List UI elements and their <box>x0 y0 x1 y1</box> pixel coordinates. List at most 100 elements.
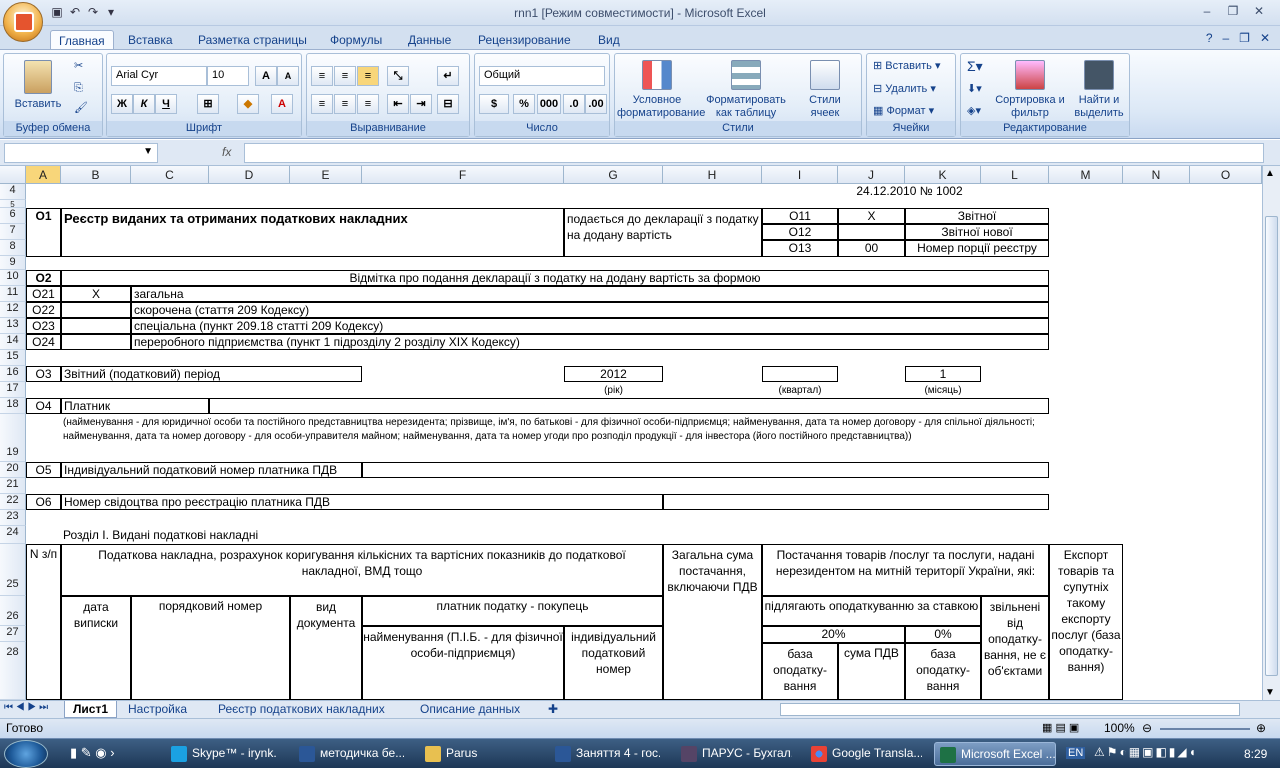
row-header[interactable]: 11 <box>0 286 26 302</box>
office-button[interactable] <box>3 2 43 42</box>
cell-k6[interactable]: Звітної <box>905 208 1049 224</box>
format-as-table-button[interactable]: Форматировать как таблицу <box>701 60 791 120</box>
scroll-down-icon[interactable]: ▼ <box>1265 687 1275 698</box>
delete-cells-button[interactable]: ⊟ Удалить ▾ <box>873 83 936 96</box>
autosum-icon[interactable]: Σ▾ <box>967 59 983 73</box>
number-format-select[interactable]: Общий <box>479 66 605 86</box>
currency-icon[interactable]: $ <box>479 94 509 114</box>
tab-view[interactable]: Вид <box>590 30 628 50</box>
row-header[interactable]: 5 <box>0 200 26 209</box>
col-header-J[interactable]: J <box>838 166 905 184</box>
cell-b12[interactable] <box>61 302 131 318</box>
tax-base-20-header[interactable]: база оподатку-вання <box>762 643 838 700</box>
zoom-slider[interactable] <box>1160 728 1250 730</box>
taskbar-lesson[interactable]: Заняття 4 - гос... <box>550 742 660 766</box>
year-input[interactable]: 2012 <box>564 366 663 382</box>
cell-styles-button[interactable]: Стили ячеек <box>795 60 855 120</box>
col-header-D[interactable]: D <box>209 166 290 184</box>
cell-b10[interactable]: Відмітка про подання декларації з податк… <box>61 270 1049 286</box>
row-header[interactable]: 8 <box>0 240 26 256</box>
increase-indent-icon[interactable]: ⇥ <box>410 94 432 114</box>
sheet-tab-settings[interactable]: Настройка <box>120 701 195 718</box>
help-icon[interactable]: ? – ❐ ✕ <box>1206 31 1270 45</box>
col-header-K[interactable]: K <box>905 166 981 184</box>
col-header-I[interactable]: I <box>762 166 838 184</box>
restore-icon[interactable]: ❐ <box>1220 4 1246 18</box>
row-header[interactable]: 13 <box>0 318 26 334</box>
doc-date-number[interactable]: 24.12.2010 № 1002 <box>838 184 981 199</box>
issue-date-header[interactable]: дата виписки <box>61 596 131 700</box>
cell-b14[interactable] <box>61 334 131 350</box>
cell-b20[interactable]: Індивідуальний податковий номер платника… <box>61 462 362 478</box>
clock[interactable]: 8:29 <box>1244 747 1267 761</box>
cell-c12[interactable]: скорочена (стаття 209 Кодексу) <box>131 302 1049 318</box>
vertical-scrollbar[interactable]: ▲ ▼ <box>1262 166 1280 700</box>
align-bottom-icon[interactable]: ≡ <box>357 66 379 86</box>
sheet-nav-icon[interactable]: ⏮ ◀ ▶ ⏭ <box>4 702 48 713</box>
vat-sum-header[interactable]: сума ПДВ <box>838 643 905 700</box>
fill-icon[interactable]: ⬇▾ <box>967 83 982 96</box>
cell-i8[interactable]: О13 <box>762 240 838 257</box>
row-header[interactable]: 25 <box>0 544 26 596</box>
cell-b16[interactable]: Звітний (податковий) період <box>61 366 362 382</box>
align-right-icon[interactable]: ≡ <box>357 94 379 114</box>
row-header[interactable]: 14 <box>0 334 26 350</box>
paste-button[interactable]: Вставить <box>12 60 64 111</box>
conditional-format-button[interactable]: Условное форматирование <box>617 60 705 120</box>
col-header-L[interactable]: L <box>981 166 1049 184</box>
cell-a6[interactable]: О1 <box>26 208 61 257</box>
orientation-icon[interactable]: ⤡ <box>387 66 409 86</box>
row-header[interactable]: 9 <box>0 256 26 270</box>
rate-20-header[interactable]: 20% <box>762 626 905 643</box>
cell-a18[interactable]: О4 <box>26 398 61 414</box>
cell-k8[interactable]: Номер порції реєстру <box>905 240 1049 257</box>
col-header-F[interactable]: F <box>362 166 564 184</box>
close-icon[interactable]: ✕ <box>1246 4 1272 18</box>
row-header[interactable]: 17 <box>0 382 26 398</box>
cell-a20[interactable]: О5 <box>26 462 61 478</box>
row-header[interactable]: 28 <box>0 642 26 700</box>
cell-j7[interactable] <box>838 224 905 240</box>
underline-button[interactable]: Ч <box>155 94 177 114</box>
month-input[interactable]: 1 <box>905 366 981 382</box>
certificate-input[interactable] <box>663 494 1049 510</box>
tab-home[interactable]: Главная <box>50 30 114 50</box>
quarter-input[interactable] <box>762 366 838 382</box>
decrease-indent-icon[interactable]: ⇤ <box>387 94 409 114</box>
increase-decimal-icon[interactable]: .0 <box>563 94 585 114</box>
cut-icon[interactable]: ✂ <box>74 60 83 73</box>
insert-sheet-icon[interactable]: ✚ <box>540 701 566 718</box>
horizontal-scrollbar[interactable] <box>780 703 1240 716</box>
col-header-M[interactable]: M <box>1049 166 1123 184</box>
cell-k7[interactable]: Звітної нової <box>905 224 1049 240</box>
name-box[interactable]: ▼ <box>4 143 158 163</box>
cell-j8[interactable]: 00 <box>838 240 905 257</box>
align-left-icon[interactable]: ≡ <box>311 94 333 114</box>
col-header-A[interactable]: A <box>26 166 61 184</box>
italic-button[interactable]: К <box>133 94 155 114</box>
align-middle-icon[interactable]: ≡ <box>334 66 356 86</box>
row-header[interactable]: 10 <box>0 270 26 286</box>
cell-b13[interactable] <box>61 318 131 334</box>
language-indicator[interactable]: EN <box>1066 747 1086 759</box>
cell-a12[interactable]: О22 <box>26 302 61 318</box>
taskbar-chrome[interactable]: Google Transla... <box>806 742 922 766</box>
rate-0-header[interactable]: 0% <box>905 626 981 643</box>
sheet-tab-list1[interactable]: Лист1 <box>64 701 118 718</box>
registry-title[interactable]: Реєстр виданих та отриманих податкових н… <box>61 208 564 257</box>
shrink-font-icon[interactable]: A <box>277 66 299 86</box>
doc-type-header[interactable]: вид документа <box>290 596 362 700</box>
row-header[interactable]: 15 <box>0 350 26 366</box>
copy-icon[interactable]: ⎘ <box>74 82 83 95</box>
buyer-tax-number-header[interactable]: індивідуальний податковий номер <box>564 626 663 700</box>
supply-header[interactable]: Постачання товарів /послуг та послуги, н… <box>762 544 1049 596</box>
cell-b11[interactable]: X <box>61 286 131 302</box>
row-header[interactable]: 4 <box>0 184 26 200</box>
total-sum-header[interactable]: Загальна сума постачання, включаючи ПДВ <box>663 544 762 700</box>
invoice-header[interactable]: Податкова накладна, розрахунок коригуван… <box>61 544 663 596</box>
font-name-select[interactable]: Arial Cyr <box>111 66 207 86</box>
align-center-icon[interactable]: ≡ <box>334 94 356 114</box>
start-button[interactable] <box>4 740 48 768</box>
font-color-icon[interactable]: A <box>271 94 293 114</box>
tax-base-0-header[interactable]: база оподатку-вання <box>905 643 981 700</box>
